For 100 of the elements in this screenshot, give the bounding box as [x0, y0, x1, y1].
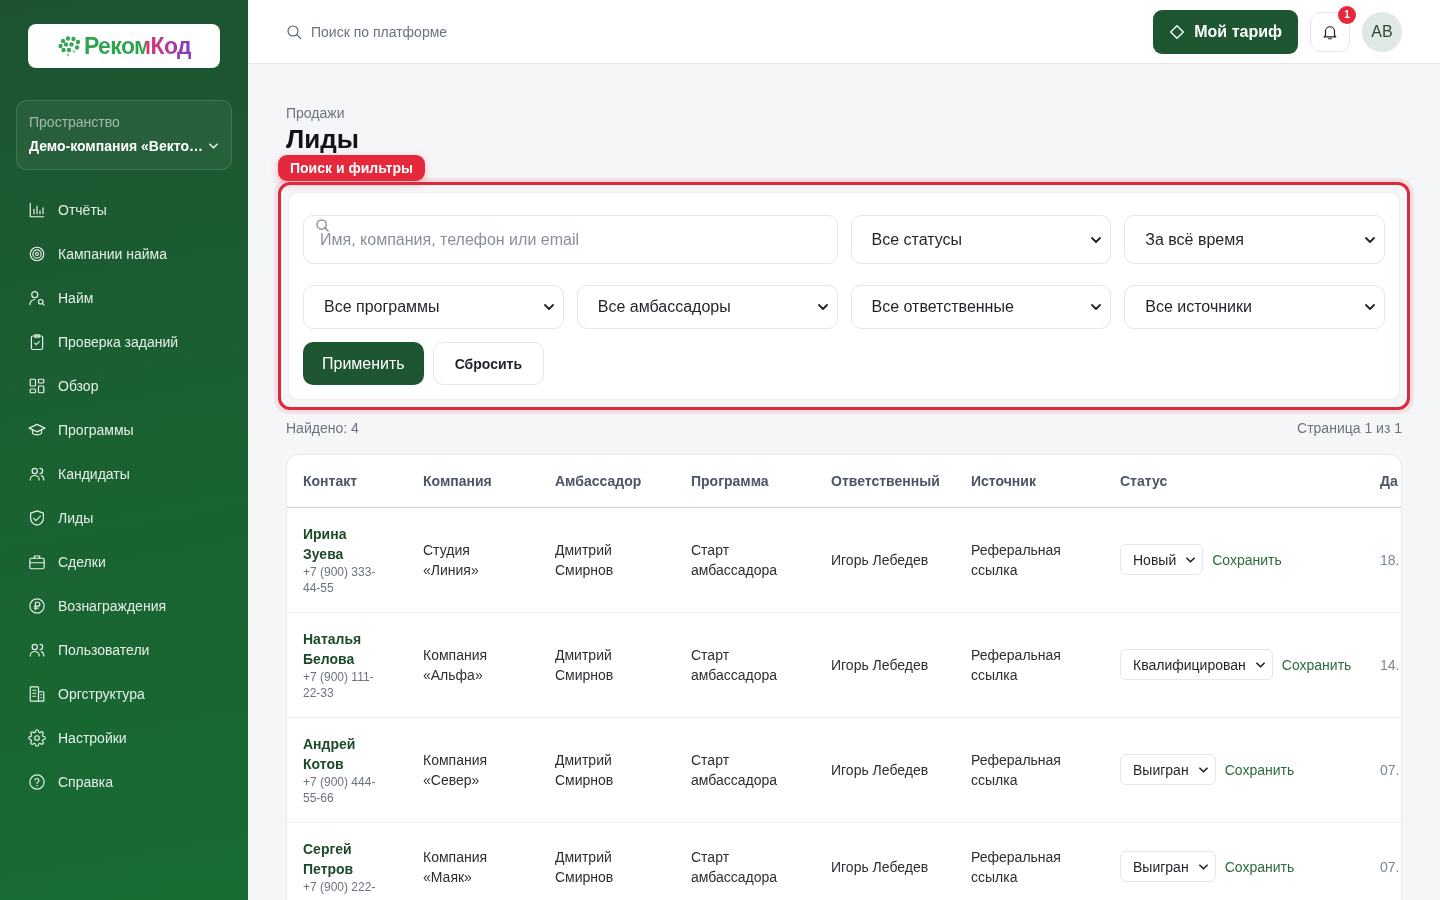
avatar[interactable]: AB [1362, 11, 1402, 52]
column-header: Ответственный [831, 472, 940, 489]
program-name: Старт амбассадора [691, 750, 779, 790]
nav-item[interactable]: Пользователи [16, 628, 232, 672]
apply-button[interactable]: Применить [303, 342, 424, 385]
chevron-down-icon [543, 304, 554, 310]
responsible-name: Игорь Лебедев [831, 550, 929, 570]
chevron-down-icon [1091, 236, 1102, 243]
search-icon [316, 219, 329, 232]
program-name: Старт амбассадора [691, 847, 779, 887]
contact-name[interactable]: Андрей Котов [303, 733, 387, 774]
nav-item[interactable]: Программы [16, 408, 232, 452]
contact-name[interactable]: Сергей Петров [303, 838, 387, 879]
nav-item[interactable]: Проверка заданий [16, 320, 232, 364]
brain-icon [56, 35, 83, 57]
nav-item[interactable]: Обзор [16, 364, 232, 408]
date-text: 18. [1380, 551, 1400, 568]
save-link[interactable]: Сохранить [1212, 549, 1282, 570]
users-icon [28, 465, 46, 483]
company-name: Компания «Север» [423, 750, 489, 790]
company-name: Компания «Альфа» [423, 645, 489, 685]
filter-select[interactable]: Все амбассадоры [576, 285, 838, 329]
chevron-down-icon [208, 143, 218, 149]
filter-select[interactable]: Все программы [303, 285, 564, 329]
save-link[interactable]: Сохранить [1224, 759, 1295, 780]
briefcase-icon [28, 553, 46, 571]
search-field[interactable]: Поиск по платформе [311, 19, 571, 44]
chevron-down-icon [817, 304, 828, 310]
workspace-name: Демо-компания «Векто… [29, 137, 203, 155]
ambassador-name: Дмитрий Смирнов [555, 750, 615, 790]
date-text: 07. [1380, 858, 1400, 875]
column-header: Контакт [303, 472, 358, 489]
chevron-down-icon [1255, 661, 1265, 668]
contact-phone: +7 (900) 444-55-66 [303, 773, 377, 806]
company-name: Компания «Маяк» [423, 847, 489, 887]
status-select[interactable]: Новый [1120, 544, 1204, 575]
nav-item[interactable]: Настройки [16, 716, 232, 760]
responsible-name: Игорь Лебедев [831, 857, 929, 877]
date-text: 07. [1380, 761, 1400, 778]
shield-check-icon [28, 509, 46, 527]
search-icon [286, 23, 302, 40]
workspace-switcher[interactable]: Пространство Демо-компания «Векто… [16, 100, 232, 170]
pagination-text: Страница 1 из 1 [1297, 420, 1402, 436]
bar-chart-icon [28, 201, 46, 219]
responsible-name: Игорь Лебедев [831, 655, 929, 675]
users-icon [28, 641, 46, 659]
notification-badge: 1 [1338, 5, 1356, 24]
chevron-down-icon [1365, 304, 1375, 310]
ambassador-name: Дмитрий Смирнов [555, 847, 615, 887]
nav-item[interactable]: Кампании найма [16, 232, 232, 276]
contact-phone: +7 (900) 222- [303, 878, 376, 895]
status-select[interactable]: Выигран [1120, 754, 1216, 785]
breadcrumb[interactable]: Продажи [286, 105, 345, 121]
nav-item[interactable]: Лиды [16, 496, 232, 540]
filter-select[interactable]: Все источники [1124, 285, 1385, 329]
chevron-down-icon [1365, 236, 1375, 243]
target-icon [28, 245, 46, 263]
chevron-down-icon [1091, 304, 1102, 310]
tour-callout: Поиск и фильтры [278, 155, 425, 181]
status-select[interactable]: Выигран [1120, 851, 1216, 882]
filter-select[interactable]: Все ответственные [850, 285, 1112, 329]
help-icon [28, 773, 46, 791]
filter-select[interactable]: Все статусы [850, 215, 1112, 264]
column-header: Источник [971, 472, 1036, 489]
nav-item[interactable]: Сделки [16, 540, 232, 584]
status-select[interactable]: Квалифицирован [1120, 649, 1273, 680]
ruble-coin-icon [28, 597, 46, 615]
user-search-icon [28, 289, 46, 307]
save-link[interactable]: Сохранить [1281, 654, 1352, 675]
reset-button[interactable]: Сбросить [432, 342, 545, 385]
building-icon [28, 685, 46, 703]
chevron-down-icon [1186, 556, 1196, 563]
date-text: 14. [1380, 656, 1400, 673]
nav-item[interactable]: Вознаграждения [16, 584, 232, 628]
search-field[interactable]: Имя, компания, телефон или email [303, 215, 838, 264]
contact-name[interactable]: Ирина Зуева [303, 523, 387, 564]
chevron-down-icon [1198, 863, 1208, 870]
nav-item[interactable]: Кандидаты [16, 452, 232, 496]
source-text: Реферальная ссылка [971, 847, 1062, 887]
responsible-name: Игорь Лебедев [831, 760, 929, 780]
clipboard-check-icon [28, 333, 46, 351]
column-header: Да [1380, 472, 1398, 489]
chevron-down-icon [1198, 766, 1208, 773]
diamond-icon [1169, 23, 1186, 40]
filter-select[interactable]: За всё время [1124, 215, 1385, 264]
contact-name[interactable]: Наталья Белова [303, 628, 387, 669]
plan-button[interactable]: Мой тариф [1153, 9, 1298, 54]
save-link[interactable]: Сохранить [1224, 856, 1295, 877]
contact-phone: +7 (900) 111-22-33 [303, 668, 375, 701]
program-name: Старт амбассадора [691, 645, 779, 685]
settings-icon [28, 729, 46, 747]
nav-item[interactable]: Оргструктура [16, 672, 232, 716]
page-title: Лиды [286, 124, 359, 154]
nav-item[interactable]: Найм [16, 276, 232, 320]
nav-item[interactable]: Отчёты [16, 188, 232, 232]
nav-item[interactable]: Справка [16, 760, 232, 804]
column-header: Амбассадор [555, 472, 642, 489]
source-text: Реферальная ссылка [971, 645, 1062, 685]
program-name: Старт амбассадора [691, 540, 779, 580]
source-text: Реферальная ссылка [971, 540, 1062, 580]
